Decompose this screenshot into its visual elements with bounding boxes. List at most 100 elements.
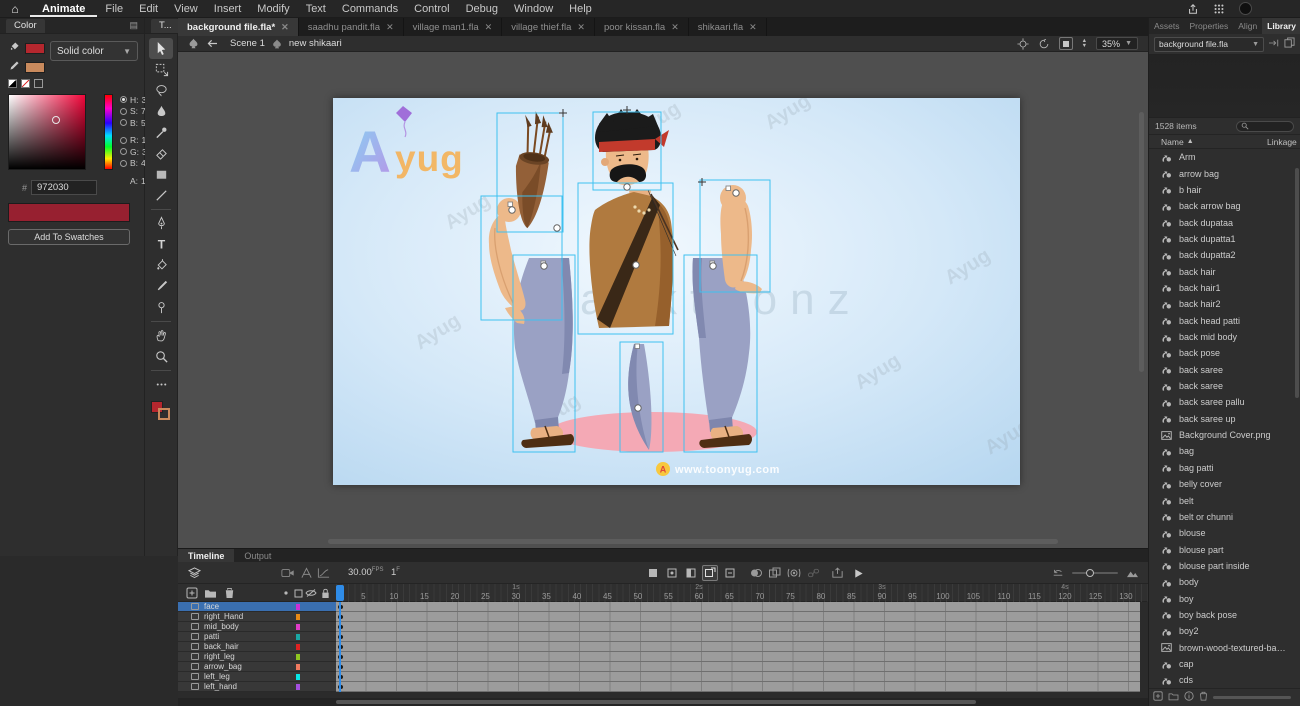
layer-row-right_Hand[interactable]: right_Hand xyxy=(178,612,336,622)
insert-frame-icon[interactable] xyxy=(702,565,718,581)
pin-library-icon[interactable] xyxy=(1268,38,1280,51)
item-properties-button[interactable] xyxy=(1184,691,1194,704)
auto-keyframe-icon[interactable] xyxy=(683,565,699,581)
free-transform-tool[interactable] xyxy=(149,59,173,80)
color-field-radio[interactable] xyxy=(120,108,127,115)
lasso-tool[interactable] xyxy=(149,80,173,101)
tools-panel-title[interactable]: T... xyxy=(151,19,180,33)
tab-library[interactable]: Library xyxy=(1262,18,1300,34)
menu-item-modify[interactable]: Modify xyxy=(249,0,297,17)
color-field-radio[interactable] xyxy=(120,148,127,155)
document-tab[interactable]: background file.fla*✕ xyxy=(178,18,299,36)
zoom-level-dropdown[interactable]: 35% ▼ xyxy=(1096,37,1138,50)
user-avatar-circle[interactable] xyxy=(1239,2,1252,15)
new-layer-button[interactable] xyxy=(184,585,200,601)
link-icon[interactable] xyxy=(805,565,821,581)
layer-outline-color-chip[interactable] xyxy=(296,684,300,690)
layer-outline-color-chip[interactable] xyxy=(296,664,300,670)
hue-slider[interactable] xyxy=(104,94,113,170)
document-tab[interactable]: village thief.fla✕ xyxy=(502,18,595,36)
slider-knob[interactable] xyxy=(1086,569,1094,577)
color-picker-cursor[interactable] xyxy=(52,116,60,124)
layer-row-left_leg[interactable]: left_leg xyxy=(178,672,336,682)
hex-input[interactable]: 972030 xyxy=(31,180,97,195)
library-item[interactable]: boy back pose xyxy=(1149,607,1295,623)
library-item[interactable]: blouse part xyxy=(1149,541,1295,557)
current-frame-value[interactable]: 1F xyxy=(391,567,400,578)
layer-outline-color-chip[interactable] xyxy=(296,634,300,640)
library-item[interactable]: Background Cover.png xyxy=(1149,427,1295,443)
frame-view-icon[interactable] xyxy=(1124,565,1140,581)
library-item[interactable]: boy xyxy=(1149,590,1295,606)
add-to-swatches-button[interactable]: Add To Swatches xyxy=(8,229,130,245)
library-item[interactable]: b hair xyxy=(1149,182,1295,198)
tab-assets[interactable]: Assets xyxy=(1149,18,1185,34)
layer-row-face[interactable]: face xyxy=(178,602,336,612)
library-document-dropdown[interactable]: background file.fla ▼ xyxy=(1154,37,1264,52)
library-item[interactable]: Arm xyxy=(1149,149,1295,165)
close-tab-icon[interactable]: ✕ xyxy=(671,22,679,33)
library-item[interactable]: back mid body xyxy=(1149,329,1295,345)
zoom-stepper[interactable]: ▲▼ xyxy=(1082,39,1087,49)
library-item[interactable]: body xyxy=(1149,574,1295,590)
insert-keyframe-icon[interactable] xyxy=(645,565,661,581)
library-item[interactable]: back pose xyxy=(1149,345,1295,361)
menu-item-control[interactable]: Control xyxy=(406,0,457,17)
swap-colors-icon[interactable] xyxy=(34,79,43,88)
menu-item-insert[interactable]: Insert xyxy=(206,0,250,17)
tab-properties[interactable]: Properties xyxy=(1185,18,1234,34)
apps-grid-icon[interactable] xyxy=(1213,3,1225,15)
layer-row-back_hair[interactable]: back_hair xyxy=(178,642,336,652)
layer-row-arrow_bag[interactable]: arrow_bag xyxy=(178,662,336,672)
lock-layers-icon[interactable] xyxy=(317,585,333,601)
layer-outline-color-chip[interactable] xyxy=(296,624,300,630)
tab-align[interactable]: Align xyxy=(1233,18,1262,34)
layer-frames-row[interactable] xyxy=(336,682,1140,692)
export-animation-icon[interactable] xyxy=(829,565,845,581)
layer-outline-color-chip[interactable] xyxy=(296,644,300,650)
color-field-radio[interactable] xyxy=(120,160,127,167)
new-library-panel-icon[interactable] xyxy=(1284,37,1295,51)
library-item[interactable]: back head patti xyxy=(1149,313,1295,329)
fill-color-swatch[interactable] xyxy=(25,43,45,54)
rectangle-tool[interactable] xyxy=(149,164,173,185)
library-vscrollbar[interactable] xyxy=(1295,168,1299,398)
library-item[interactable]: belly cover xyxy=(1149,476,1295,492)
breadcrumb-scene[interactable]: Scene 1 xyxy=(230,38,265,49)
tab-timeline[interactable]: Timeline xyxy=(178,549,234,562)
playhead-marker[interactable] xyxy=(336,585,344,601)
layer-depth-icon[interactable] xyxy=(298,565,314,581)
torso-part[interactable] xyxy=(589,190,678,328)
library-item[interactable]: belt xyxy=(1149,492,1295,508)
color-picker-field[interactable] xyxy=(8,94,86,170)
play-button[interactable] xyxy=(850,565,866,581)
layer-frames-row[interactable] xyxy=(336,622,1140,632)
library-item[interactable]: back hair2 xyxy=(1149,296,1295,312)
menu-item-window[interactable]: Window xyxy=(506,0,561,17)
no-color-icon[interactable] xyxy=(21,79,30,88)
layer-frames-row[interactable] xyxy=(336,632,1140,642)
menu-item-edit[interactable]: Edit xyxy=(131,0,166,17)
menu-item-commands[interactable]: Commands xyxy=(334,0,406,17)
eyedropper-tool[interactable] xyxy=(149,276,173,297)
layer-frames-row[interactable] xyxy=(336,612,1140,622)
line-tool[interactable] xyxy=(149,185,173,206)
layer-row-patti[interactable]: patti xyxy=(178,632,336,642)
close-tab-icon[interactable]: ✕ xyxy=(485,22,493,33)
library-column-header[interactable]: Name ▲ Linkage xyxy=(1149,134,1300,149)
pen-tool[interactable] xyxy=(149,213,173,234)
delete-item-button[interactable] xyxy=(1199,691,1208,704)
library-item[interactable]: blouse xyxy=(1149,525,1295,541)
paint-bucket-tool[interactable] xyxy=(149,255,173,276)
layer-frames-row[interactable] xyxy=(336,672,1140,682)
close-tab-icon[interactable]: ✕ xyxy=(749,22,757,33)
rotate-view-icon[interactable] xyxy=(1038,38,1050,50)
library-item[interactable]: back saree xyxy=(1149,362,1295,378)
menu-item-animate[interactable]: Animate xyxy=(30,0,97,17)
zoom-tool[interactable] xyxy=(149,346,173,367)
library-item[interactable]: back hair xyxy=(1149,263,1295,279)
layers-stack-icon[interactable] xyxy=(186,565,202,581)
library-item[interactable]: back hair1 xyxy=(1149,280,1295,296)
color-field-radio[interactable] xyxy=(120,137,127,144)
layer-frames-row[interactable] xyxy=(336,652,1140,662)
